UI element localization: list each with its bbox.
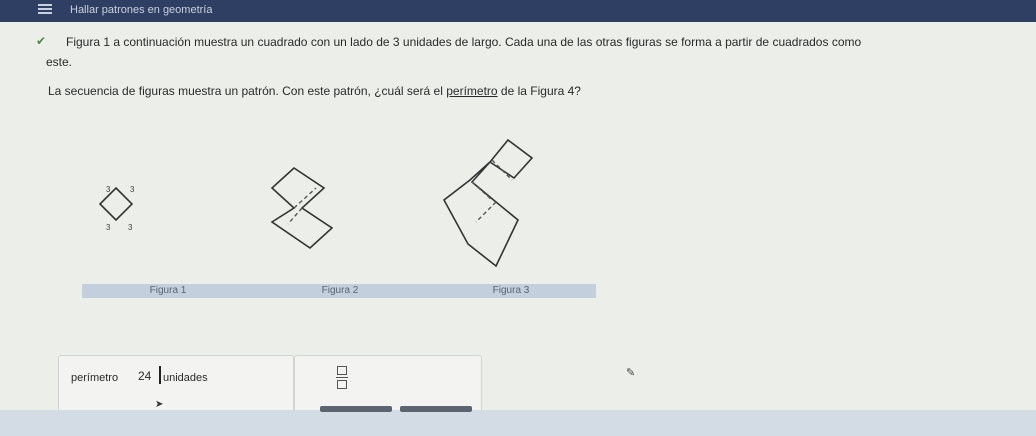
menu-icon[interactable] (38, 4, 52, 14)
text-cursor (159, 366, 161, 384)
figure-1-label: Figura 1 (82, 284, 254, 298)
side-label: 3 (106, 185, 111, 194)
pencil-icon[interactable]: ✎ (626, 366, 635, 379)
problem-line-2-pre: La secuencia de figuras muestra un patró… (48, 84, 447, 98)
perimeter-label: perímetro (71, 372, 119, 384)
app-title: Hallar patrones en geometría (70, 4, 213, 16)
figure-1: 3 3 3 3 (98, 185, 135, 232)
mouse-cursor-icon: ➤ (155, 399, 164, 410)
action-button[interactable] (400, 406, 472, 412)
figure-2 (270, 166, 334, 250)
perimeter-input[interactable]: 24 (138, 367, 156, 385)
figure-2-label: Figura 2 (254, 284, 426, 298)
top-bar: Hallar patrones en geometría (0, 0, 1036, 22)
bottom-strip (0, 410, 1036, 436)
action-button[interactable] (320, 406, 392, 412)
problem-line-2-post: de la Figura 4? (497, 84, 581, 98)
side-label: 3 (106, 223, 111, 232)
problem-line-1: Figura 1 a continuación muestra un cuadr… (66, 35, 862, 49)
problem-line-1b: este. (46, 55, 73, 69)
fraction-icon[interactable] (335, 366, 349, 389)
side-label: 3 (128, 223, 133, 232)
perimeter-term[interactable]: perímetro (446, 84, 497, 98)
check-icon: ✔ (36, 34, 47, 48)
side-label: 3 (130, 185, 135, 194)
units-label: unidades (163, 372, 208, 384)
problem-line-2: La secuencia de figuras muestra un patró… (48, 84, 581, 98)
figure-3-label: Figura 3 (426, 284, 596, 298)
answer-box: perímetro 24 unidades ➤ (58, 355, 294, 417)
figure-3 (442, 138, 534, 268)
